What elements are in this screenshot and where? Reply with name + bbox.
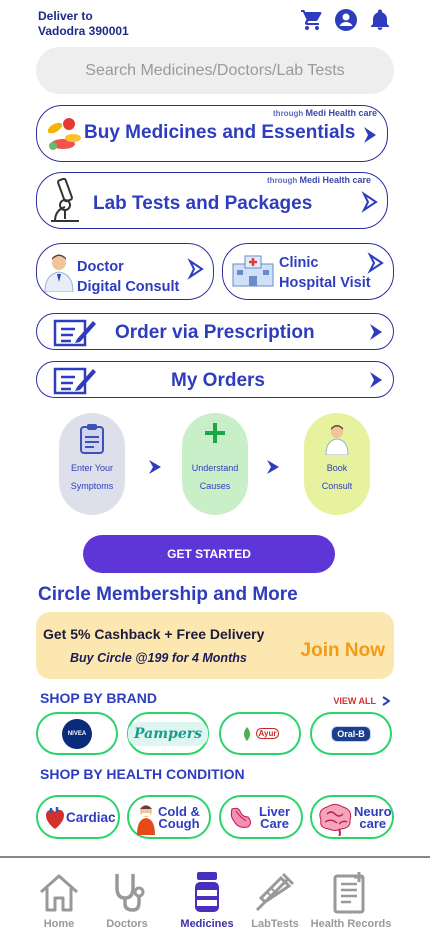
lab-tests-provider: through Medi Health care <box>267 175 371 185</box>
lab-tests-button[interactable]: through Medi Health care Lab Tests and P… <box>36 172 388 229</box>
my-orders-button[interactable]: My Orders <box>36 361 394 398</box>
doctor-consult-label: Doctor Digital Consult <box>77 259 180 295</box>
condition-cardiac[interactable]: Cardiac <box>36 795 120 839</box>
order-prescription-button[interactable]: Order via Prescription <box>36 313 394 350</box>
orders-icon <box>53 367 96 395</box>
clipboard-icon <box>80 424 104 454</box>
step-enter-symptoms: Enter Your Symptoms <box>59 413 125 515</box>
syringe-icon <box>255 872 295 912</box>
account-icon[interactable] <box>334 8 358 32</box>
delivery-location[interactable]: Deliver to Vadodra 390001 <box>38 9 129 39</box>
chevron-right-icon <box>367 252 384 274</box>
search-input[interactable]: Search Medicines/Doctors/Lab Tests <box>36 47 394 94</box>
tab-health-records[interactable]: Health Records <box>308 858 394 932</box>
brain-icon <box>319 804 352 836</box>
chevron-right-icon <box>370 324 382 340</box>
bell-icon[interactable] <box>368 8 392 32</box>
condition-liver-care[interactable]: Liver Care <box>219 795 303 839</box>
chevron-right-icon <box>382 696 390 706</box>
stomach-icon <box>230 807 251 828</box>
buy-medicines-label: Buy Medicines and Essentials <box>84 122 356 143</box>
doctor-icon <box>44 254 74 292</box>
brand-oral-b[interactable]: Oral-B <box>310 712 392 755</box>
oral-b-logo: Oral-B <box>331 725 371 742</box>
microscope-icon <box>51 177 79 222</box>
join-now-button[interactable]: Join Now <box>301 640 385 662</box>
my-orders-label: My Orders <box>171 370 265 391</box>
search-placeholder: Search Medicines/Doctors/Lab Tests <box>85 61 345 79</box>
shop-by-brand-title: SHOP BY BRAND <box>40 690 157 706</box>
location-text: Vadodra 390001 <box>38 24 129 38</box>
view-all-link[interactable]: VIEW ALL <box>333 696 390 706</box>
chevron-right-icon <box>267 460 279 474</box>
step-understand-causes: Understand Causes <box>182 413 248 515</box>
chevron-right-icon <box>187 258 204 280</box>
pills-icon <box>47 118 81 150</box>
circle-title: Circle Membership and More <box>38 584 298 605</box>
ayur-logo: Ayur <box>235 717 285 750</box>
lab-tests-label: Lab Tests and Packages <box>93 193 313 214</box>
nivea-logo: NIVEA <box>62 718 92 749</box>
home-icon <box>40 874 78 912</box>
medicine-bottle-icon <box>195 872 219 912</box>
shop-by-condition-title: SHOP BY HEALTH CONDITION <box>40 766 245 782</box>
sick-person-icon <box>137 805 155 835</box>
chevron-right-icon <box>364 127 376 143</box>
plus-icon <box>205 423 225 443</box>
stethoscope-icon <box>115 874 145 912</box>
heart-icon <box>45 807 65 829</box>
hospital-icon <box>232 255 274 287</box>
circle-banner[interactable]: Get 5% Cashback + Free Delivery Buy Circ… <box>36 612 394 679</box>
cart-icon[interactable] <box>300 8 324 32</box>
buy-medicines-provider: through Medi Health care <box>273 108 377 118</box>
tab-doctors[interactable]: Doctors <box>84 858 170 932</box>
brand-ayur[interactable]: Ayur <box>219 712 301 755</box>
buy-medicines-button[interactable]: through Medi Health care Buy Medicines a… <box>36 105 388 162</box>
condition-neuro-care[interactable]: Neuro care <box>310 795 394 839</box>
condition-cold-cough[interactable]: Cold & Cough <box>127 795 211 839</box>
pampers-logo: Pampers <box>128 721 208 746</box>
step-book-consult: Book Consult <box>304 413 370 515</box>
chevron-right-icon <box>370 372 382 388</box>
deliver-label: Deliver to <box>38 9 93 23</box>
bottom-tab-bar: Home Doctors Medicines LabTests Health R… <box>0 856 430 932</box>
cashback-text: Get 5% Cashback + Free Delivery <box>43 626 265 642</box>
brand-nivea[interactable]: NIVEA <box>36 712 118 755</box>
order-prescription-label: Order via Prescription <box>115 322 315 343</box>
chevron-right-icon <box>361 191 378 213</box>
records-icon <box>333 872 365 914</box>
doctor-consult-button[interactable]: Doctor Digital Consult <box>36 243 214 300</box>
doctor-icon <box>325 425 349 455</box>
prescription-icon <box>53 319 96 347</box>
chevron-right-icon <box>149 460 161 474</box>
leaf-icon <box>243 726 250 741</box>
circle-price-text: Buy Circle @199 for 4 Months <box>70 651 247 665</box>
brand-pampers[interactable]: Pampers <box>127 712 209 755</box>
clinic-visit-button[interactable]: Clinic Hospital Visit <box>222 243 394 300</box>
clinic-visit-label: Clinic Hospital Visit <box>279 255 371 291</box>
get-started-button[interactable]: GET STARTED <box>83 535 335 573</box>
